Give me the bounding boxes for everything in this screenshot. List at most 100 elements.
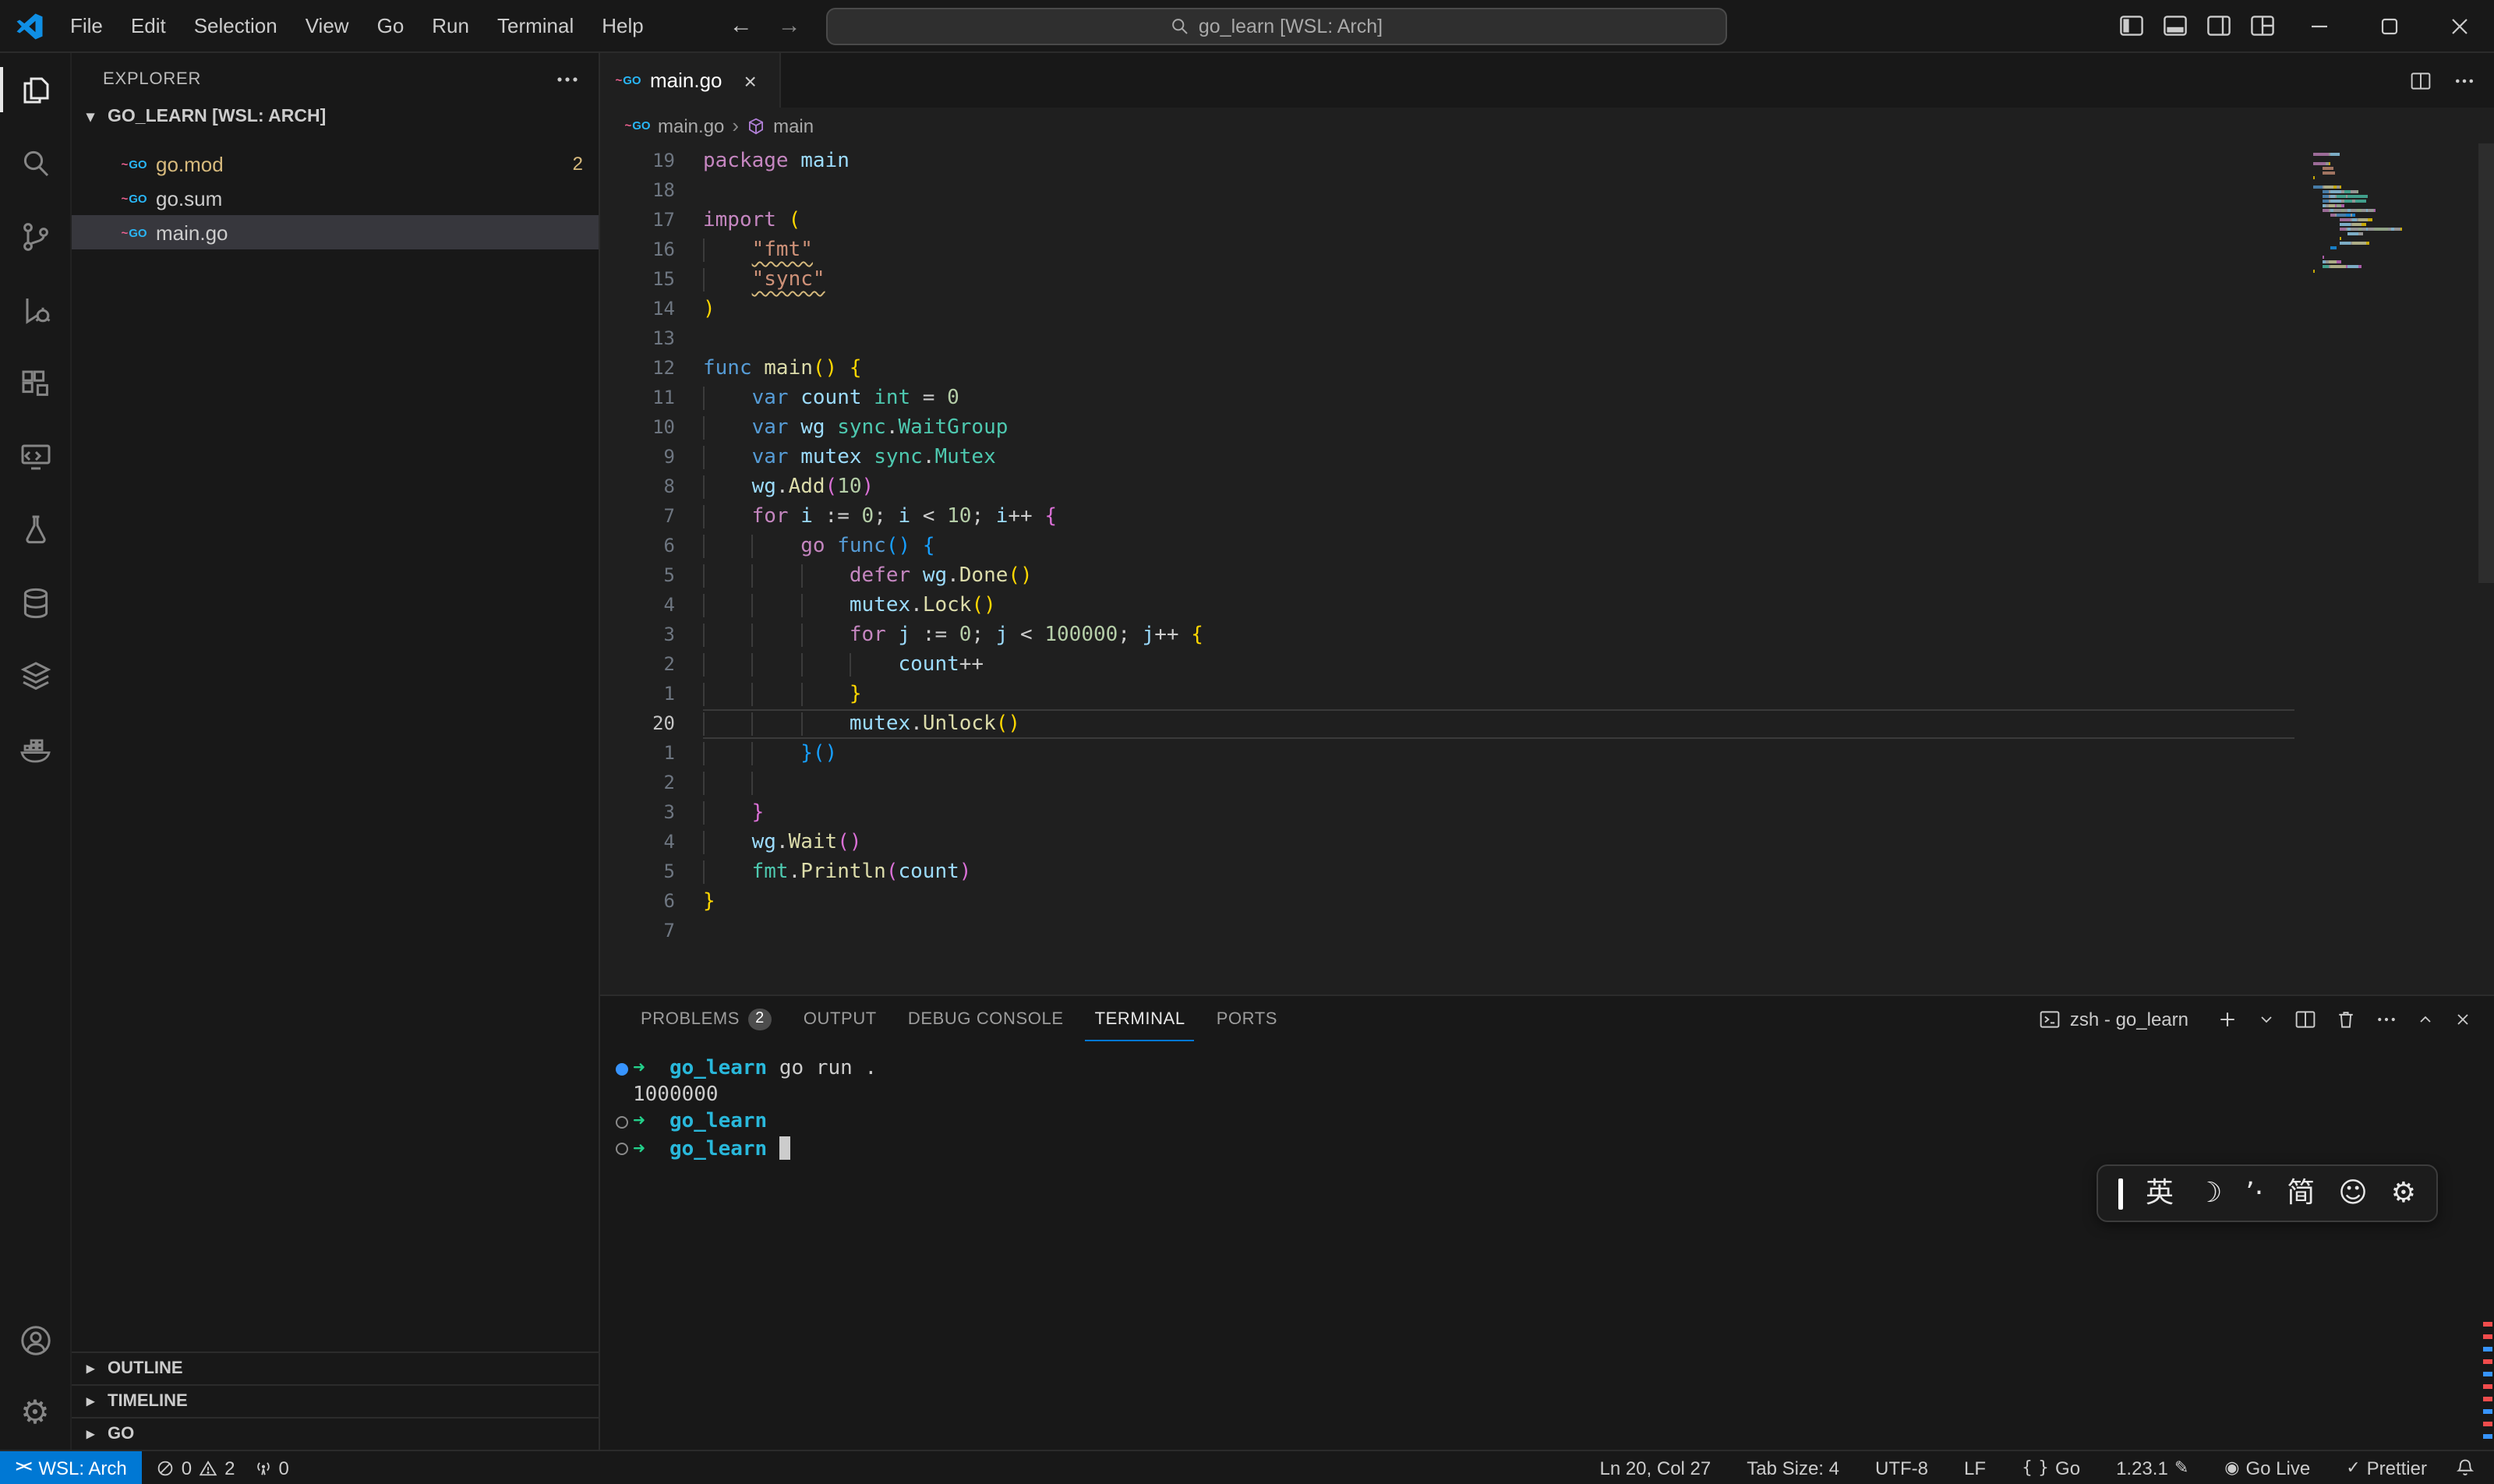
code-line[interactable]: 10 var wg sync.WaitGroup: [600, 413, 2494, 443]
code-line[interactable]: 6 go func() {: [600, 532, 2494, 561]
code-line[interactable]: 3 }: [600, 798, 2494, 828]
toggle-panel-icon[interactable]: [2153, 0, 2196, 52]
code-line[interactable]: 9 var mutex sync.Mutex: [600, 443, 2494, 472]
code-line[interactable]: 4 wg.Wait(): [600, 828, 2494, 857]
menu-file[interactable]: File: [56, 0, 117, 51]
terminal-line[interactable]: ➜ go_learn go run .: [611, 1055, 2494, 1082]
customize-layout-icon[interactable]: [2240, 0, 2284, 52]
ime-settings-icon[interactable]: ⚙: [2391, 1179, 2416, 1207]
sidebar-section-go[interactable]: ▸GO: [72, 1417, 599, 1450]
terminal-line[interactable]: ➜ go_learn: [611, 1108, 2494, 1135]
status-go-version[interactable]: 1.23.1✎: [2108, 1457, 2196, 1479]
menu-go[interactable]: Go: [363, 0, 419, 51]
maximize-panel-icon[interactable]: [2416, 1010, 2435, 1029]
code-line[interactable]: 8 wg.Add(10): [600, 472, 2494, 502]
explorer-more-actions-icon[interactable]: [555, 67, 580, 92]
database-icon[interactable]: [0, 566, 71, 639]
back-arrow-icon[interactable]: ←: [729, 12, 753, 39]
ime-punctuation-icon[interactable]: ’·: [2245, 1179, 2263, 1207]
ports-status[interactable]: 0: [246, 1457, 297, 1479]
sidebar-section-outline[interactable]: ▸OUTLINE: [72, 1352, 599, 1384]
terminal-dropdown-icon[interactable]: [2257, 1010, 2276, 1029]
testing-icon[interactable]: [0, 493, 71, 566]
breadcrumb-symbol[interactable]: main: [773, 115, 814, 136]
tab-main-go[interactable]: ~GO main.go ×: [600, 53, 781, 108]
close-panel-icon[interactable]: [2453, 1010, 2472, 1029]
tab-close-icon[interactable]: ×: [744, 68, 757, 93]
menu-help[interactable]: Help: [588, 0, 658, 51]
status-language-mode[interactable]: { }Go: [2014, 1457, 2088, 1479]
ime-english-mode[interactable]: 英: [2146, 1179, 2174, 1207]
terminal-content[interactable]: ➜ go_learn go run .1000000➜ go_learn➜ go…: [600, 1043, 2494, 1450]
search-sidebar-icon[interactable]: [0, 126, 71, 200]
status-encoding[interactable]: UTF-8: [1867, 1457, 1936, 1479]
status-go-live[interactable]: ◉Go Live: [2217, 1457, 2318, 1479]
breadcrumb-file[interactable]: main.go: [658, 115, 724, 136]
docker-icon[interactable]: [0, 712, 71, 786]
status-eol[interactable]: LF: [1956, 1457, 1994, 1479]
split-terminal-icon[interactable]: [2294, 1009, 2316, 1030]
panel-tab-terminal[interactable]: TERMINAL: [1086, 998, 1195, 1041]
run-and-debug-icon[interactable]: [0, 273, 71, 346]
panel-tab-problems[interactable]: PROBLEMS2: [631, 998, 782, 1041]
panel-tab-debug-console[interactable]: DEBUG CONSOLE: [899, 998, 1073, 1041]
menu-selection[interactable]: Selection: [180, 0, 291, 51]
code-line[interactable]: 17import (: [600, 206, 2494, 235]
code-line[interactable]: 11 var count int = 0: [600, 383, 2494, 413]
code-line[interactable]: 12func main() {: [600, 354, 2494, 383]
sidebar-section-timeline[interactable]: ▸TIMELINE: [72, 1384, 599, 1417]
menu-run[interactable]: Run: [418, 0, 483, 51]
file-go.mod[interactable]: ~GOgo.mod2: [72, 147, 599, 181]
panel-tab-output[interactable]: OUTPUT: [794, 998, 886, 1041]
code-line[interactable]: 19package main: [600, 147, 2494, 176]
maximize-button[interactable]: [2354, 0, 2424, 52]
menu-view[interactable]: View: [291, 0, 363, 51]
file-main.go[interactable]: ~GOmain.go: [72, 215, 599, 249]
minimize-button[interactable]: [2284, 0, 2354, 52]
code-line[interactable]: 5 fmt.Println(count): [600, 857, 2494, 887]
code-line[interactable]: 16 "fmt": [600, 235, 2494, 265]
close-window-button[interactable]: [2424, 0, 2494, 52]
code-line[interactable]: 1 }: [600, 680, 2494, 709]
ime-simplified-chinese-icon[interactable]: 简: [2287, 1179, 2315, 1207]
code-line[interactable]: 2 count++: [600, 650, 2494, 680]
menu-terminal[interactable]: Terminal: [483, 0, 588, 51]
code-line[interactable]: 15 "sync": [600, 265, 2494, 295]
code-line[interactable]: 13: [600, 324, 2494, 354]
code-line[interactable]: 7: [600, 917, 2494, 946]
command-center-search[interactable]: go_learn [WSL: Arch]: [826, 8, 1727, 45]
new-terminal-icon[interactable]: [2217, 1009, 2238, 1030]
terminal-instance-label[interactable]: zsh - go_learn: [2039, 1009, 2188, 1030]
toggle-secondary-sidebar-icon[interactable]: [2196, 0, 2240, 52]
notifications-bell-icon[interactable]: [2455, 1458, 2475, 1478]
editor-scrollbar[interactable]: [2478, 143, 2494, 583]
code-line[interactable]: 14): [600, 295, 2494, 324]
status-prettier[interactable]: ✓Prettier: [2338, 1457, 2435, 1479]
status-cursor-position[interactable]: Ln 20, Col 27: [1591, 1457, 1719, 1479]
code-line[interactable]: 1 }(): [600, 739, 2494, 768]
terminal-command-decoration[interactable]: [611, 1062, 633, 1075]
toggle-sidebar-icon[interactable]: [2109, 0, 2153, 52]
remote-indicator[interactable]: >< WSL: Arch: [0, 1451, 143, 1484]
editor-more-actions-icon[interactable]: [2453, 69, 2475, 91]
terminal-command-decoration[interactable]: [611, 1142, 633, 1154]
ime-emoji-icon[interactable]: ☺: [2338, 1179, 2368, 1207]
ime-half-width-icon[interactable]: ☽: [2197, 1179, 2222, 1207]
code-line[interactable]: 18: [600, 176, 2494, 206]
terminal-command-decoration[interactable]: [611, 1115, 633, 1128]
panel-more-actions-icon[interactable]: [2376, 1009, 2397, 1030]
code-line[interactable]: 2: [600, 768, 2494, 798]
code-line[interactable]: 3 for j := 0; j < 100000; j++ {: [600, 620, 2494, 650]
source-control-icon[interactable]: [0, 200, 71, 273]
remote-explorer-icon[interactable]: [0, 419, 71, 493]
extensions-icon[interactable]: [0, 346, 71, 419]
code-line[interactable]: 5 defer wg.Done(): [600, 561, 2494, 591]
split-editor-icon[interactable]: [2410, 69, 2432, 91]
terminal-line[interactable]: ➜ go_learn: [611, 1135, 2494, 1161]
terminal-line[interactable]: 1000000: [611, 1082, 2494, 1108]
layers-icon[interactable]: [0, 639, 71, 712]
kill-terminal-icon[interactable]: [2335, 1009, 2357, 1030]
code-editor[interactable]: 19package main1817import (16 "fmt"15 "sy…: [600, 143, 2494, 995]
forward-arrow-icon[interactable]: →: [778, 12, 801, 39]
code-line[interactable]: 7 for i := 0; i < 10; i++ {: [600, 502, 2494, 532]
